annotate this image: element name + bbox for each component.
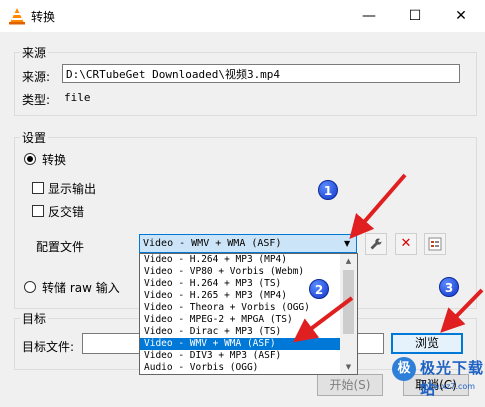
destination-label: 目标文件: [22,340,75,354]
minimize-button[interactable]: — [346,0,392,32]
source-label: 来源: [22,70,51,84]
display-output-checkbox[interactable] [32,182,44,194]
close-button[interactable]: ✕ [438,0,484,32]
dropdown-scrollbar[interactable]: ▲ ▼ [340,254,357,374]
scrollbar-thumb[interactable] [343,270,354,334]
watermark-logo-icon: 极 [392,357,416,381]
profile-option[interactable]: Video - MPEG-2 + MPGA (TS) [140,314,341,326]
scroll-up-icon[interactable]: ▲ [340,254,357,268]
maximize-button[interactable]: ☐ [392,0,438,32]
source-path-field[interactable]: D:\CRTubeGet Downloaded\视频3.mp4 [62,64,460,83]
delete-profile-button[interactable]: ✕ [395,233,417,255]
profile-options: Video - H.264 + MP3 (MP4) Video - VP80 + … [140,254,341,374]
type-label: 类型: [22,93,51,107]
profile-label: 配置文件 [36,240,85,254]
watermark-url: www.xz7.com [420,382,476,391]
convert-radio[interactable] [24,153,36,165]
delete-icon: ✕ [400,236,412,251]
profile-option[interactable]: Video - DIV3 + MP3 (ASF) [140,350,341,362]
start-button[interactable]: 开始(S) [317,374,383,396]
step-badge-3: 3 [439,277,459,297]
profile-option[interactable]: Video - WMV + WMA (ASF) [140,338,341,350]
watermark-text: 极光下载站 [420,359,485,398]
dump-raw-radio[interactable] [24,281,36,293]
settings-group-label: 设置 [20,129,49,146]
new-profile-button[interactable] [424,233,446,255]
window-title: 转换 [31,10,56,24]
dump-raw-label[interactable]: 转储 raw 输入 [42,279,120,296]
profile-dropdown-list[interactable]: Video - H.264 + MP3 (MP4) Video - VP80 + … [139,253,358,375]
display-output-label[interactable]: 显示输出 [48,180,96,197]
profile-option[interactable]: Video - Dirac + MP3 (TS) [140,326,341,338]
chevron-down-icon[interactable]: ▼ [344,235,350,252]
deinterlace-checkbox[interactable] [32,205,44,217]
vlc-cone-icon [9,8,25,25]
convert-radio-label[interactable]: 转换 [42,151,66,168]
profile-option[interactable]: Audio - Vorbis (OGG) [140,362,341,374]
type-value: file [64,91,91,104]
browse-button[interactable]: 浏览 [391,333,463,354]
scroll-down-icon[interactable]: ▼ [340,360,357,374]
edit-profile-button[interactable] [365,233,387,255]
profile-option[interactable]: Video - H.264 + MP3 (MP4) [140,254,341,266]
profile-select[interactable]: Video - WMV + WMA (ASF) [139,234,357,253]
wrench-icon [370,238,382,250]
source-group [14,52,477,116]
deinterlace-label[interactable]: 反交错 [48,203,84,220]
profile-option[interactable]: Video - VP80 + Vorbis (Webm) [140,266,341,278]
step-badge-2: 2 [309,279,329,299]
profile-option[interactable]: Video - Theora + Vorbis (OGG) [140,302,341,314]
target-group-label: 目标 [20,310,49,327]
new-profile-icon [428,237,442,251]
step-badge-1: 1 [318,180,338,200]
source-group-label: 来源 [20,44,49,61]
